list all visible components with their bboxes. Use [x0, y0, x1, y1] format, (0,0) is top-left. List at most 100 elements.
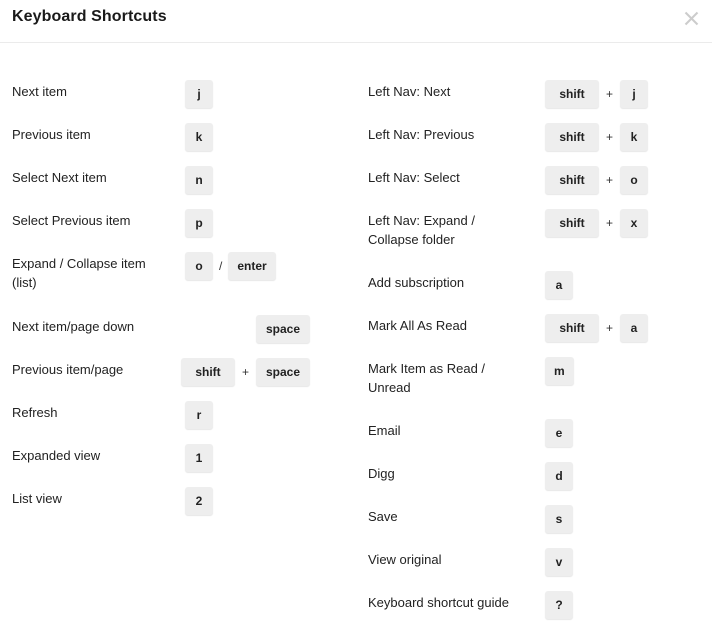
shortcut-label-digg: Digg: [368, 466, 395, 481]
shortcut-row: Left Nav: Next shift + j: [356, 70, 712, 114]
keycap-r: r: [185, 400, 213, 429]
shortcut-row: Select Next item n: [0, 156, 356, 200]
keycap-j: j: [185, 79, 213, 108]
key-separator-plus: +: [241, 364, 249, 379]
shortcut-keys: s: [545, 504, 573, 533]
keycap-k: k: [620, 122, 649, 151]
key-separator-plus: +: [606, 215, 614, 230]
shortcut-keys: 1: [185, 443, 213, 472]
shortcut-keys: ?: [545, 590, 573, 619]
shortcut-label-previous-item-page: Previous item/page: [12, 362, 124, 377]
shortcut-keys: shift + k: [545, 122, 649, 151]
shortcut-keys: d: [545, 461, 573, 490]
keycap-m: m: [545, 356, 574, 385]
shortcut-label-keyboard-shortcut-guide: Keyboard shortcut guide: [368, 595, 509, 610]
shortcut-keys: v: [545, 547, 573, 576]
shortcuts-columns: Next item j Previous item k Select Next item…: [0, 43, 712, 626]
shortcut-row: Left Nav: Select shift + o: [356, 156, 712, 200]
page-title: Keyboard Shortcuts: [12, 8, 167, 25]
shortcut-keys: j: [185, 79, 213, 108]
shortcut-keys: n: [185, 165, 213, 194]
keycap-shift: shift: [545, 208, 599, 237]
key-separator-plus: +: [606, 86, 614, 101]
shortcut-label-previous-item: Previous item: [12, 127, 91, 142]
keycap-shift: shift: [545, 122, 599, 151]
key-separator-slash: /: [219, 258, 223, 273]
shortcut-label-next-item: Next item: [12, 84, 67, 99]
shortcut-label-email: Email: [368, 423, 401, 438]
keycap-s: s: [545, 504, 573, 533]
keycap-k: k: [185, 122, 213, 151]
shortcut-keys: r: [185, 400, 213, 429]
shortcut-row: Previous item/page shift + space: [0, 348, 356, 392]
shortcut-label-mark-item-as-read-unread: Mark Item as Read / Unread: [368, 361, 486, 395]
shortcut-row: Expand / Collapse item (list) o / enter: [0, 242, 356, 290]
keycap-: ?: [545, 590, 573, 619]
shortcut-row: Expanded view 1: [0, 434, 356, 478]
shortcut-label-mark-all-as-read: Mark All As Read: [368, 318, 467, 333]
shortcut-keys: space: [185, 314, 310, 343]
keycap-e: e: [545, 418, 573, 447]
keycap-shift: shift: [545, 165, 599, 194]
keycap-shift: shift: [545, 313, 599, 342]
shortcut-label-left-nav-select: Left Nav: Select: [368, 170, 460, 185]
keycap-o: o: [185, 251, 213, 280]
shortcuts-column-right: Left Nav: Next shift + j Left Nav: Previous s…: [356, 43, 712, 626]
shortcut-row: Left Nav: Expand / Collapse folder shift +…: [356, 199, 712, 247]
shortcut-label-view-original: View original: [368, 552, 442, 567]
keycap-o: o: [620, 165, 649, 194]
shortcut-label-save: Save: [368, 509, 398, 524]
shortcut-label-refresh: Refresh: [12, 405, 58, 420]
shortcut-row: Left Nav: Previous shift + k: [356, 113, 712, 157]
shortcut-row: Add subscription a: [356, 261, 712, 305]
shortcut-keys: shift + a: [545, 313, 649, 342]
keycap-j: j: [620, 79, 649, 108]
keycap-d: d: [545, 461, 573, 490]
key-separator-plus: +: [606, 172, 614, 187]
keycap-n: n: [185, 165, 213, 194]
keycap-enter: enter: [228, 251, 276, 280]
keycap-a: a: [620, 313, 649, 342]
shortcut-label-expanded-view: Expanded view: [12, 448, 101, 463]
shortcut-label-left-nav-expand-collapse-folder: Left Nav: Expand / Collapse folder: [368, 213, 475, 247]
shortcut-keys: k: [185, 122, 213, 151]
shortcut-row: View original v: [356, 538, 712, 582]
shortcut-keys: shift + x: [545, 208, 649, 237]
shortcut-row: Previous item k: [0, 113, 356, 157]
key-separator-plus: +: [606, 320, 614, 335]
shortcut-keys: a: [545, 270, 573, 299]
keycap-space: space: [256, 357, 310, 386]
shortcut-keys: shift + j: [545, 79, 649, 108]
shortcut-keys: p: [185, 208, 213, 237]
shortcut-keys: e: [545, 418, 573, 447]
shortcut-row: Email e: [356, 409, 712, 453]
shortcut-keys: 2: [185, 486, 213, 515]
shortcut-row: Next item j: [0, 70, 356, 114]
keycap-v: v: [545, 547, 573, 576]
shortcut-keys: shift + o: [545, 165, 649, 194]
shortcut-row: Save s: [356, 495, 712, 539]
keycap-1: 1: [185, 443, 213, 472]
shortcut-row: Next item/page down space: [0, 305, 356, 349]
close-icon: [684, 11, 699, 26]
shortcut-row: List view 2: [0, 477, 356, 521]
shortcut-label-add-subscription: Add subscription: [368, 275, 465, 290]
key-separator-plus: +: [606, 129, 614, 144]
keyboard-shortcuts-dialog: Keyboard Shortcuts Next item j Previous it…: [0, 0, 712, 626]
shortcut-row: Mark All As Read shift + a: [356, 304, 712, 348]
dialog-header: Keyboard Shortcuts: [0, 0, 712, 43]
shortcut-keys: shift + space: [180, 357, 310, 386]
close-button[interactable]: [678, 5, 704, 31]
shortcut-label-next-item-page-down: Next item/page down: [12, 319, 135, 334]
shortcut-keys: m: [545, 356, 574, 385]
shortcut-keys: o / enter: [185, 251, 276, 280]
shortcut-label-select-next-item: Select Next item: [12, 170, 107, 185]
shortcut-label-list-view: List view: [12, 491, 62, 506]
shortcuts-column-left: Next item j Previous item k Select Next item…: [0, 43, 356, 626]
shortcut-label-left-nav-previous: Left Nav: Previous: [368, 127, 475, 142]
shortcut-label-left-nav-next: Left Nav: Next: [368, 84, 451, 99]
keycap-a: a: [545, 270, 573, 299]
keycap-p: p: [185, 208, 213, 237]
shortcut-row: Mark Item as Read / Unread m: [356, 347, 712, 395]
shortcut-row: Digg d: [356, 452, 712, 496]
